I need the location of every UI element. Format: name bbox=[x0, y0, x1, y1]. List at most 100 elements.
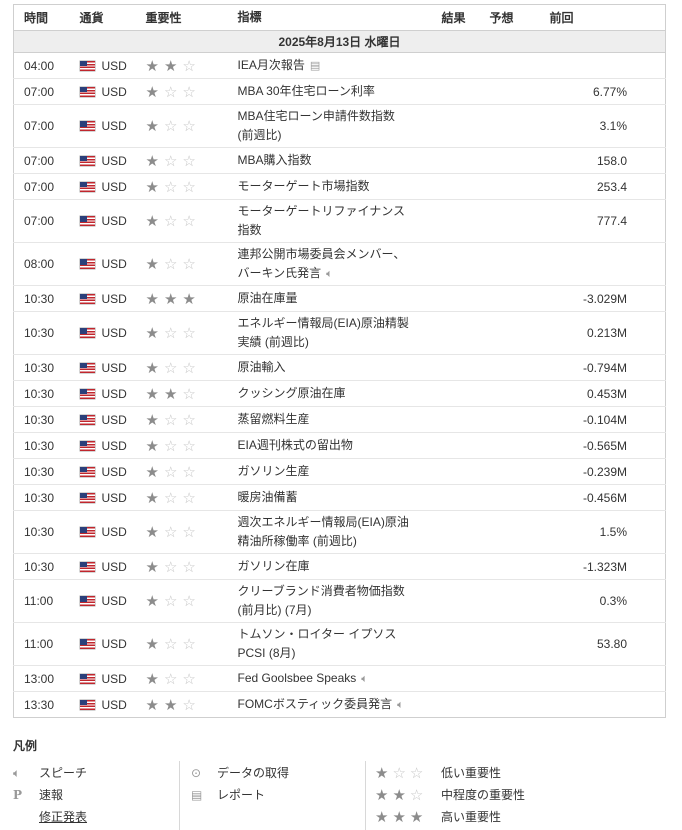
event-name-line[interactable]: ガソリン在庫 bbox=[238, 559, 310, 573]
event-row[interactable]: 07:00 USD ★ ☆ ☆ MBA 30年住宅ローン利率 6.77% bbox=[13, 78, 666, 105]
star-empty-icon: ☆ bbox=[182, 256, 196, 273]
event-name[interactable]: クッシング原油在庫 bbox=[235, 380, 422, 407]
event-name-line[interactable]: クッシング原油在庫 bbox=[238, 386, 346, 400]
event-row[interactable]: 07:00 USD ★ ☆ ☆ モーターゲート市場指数 253.4 bbox=[13, 173, 666, 200]
event-name-line[interactable]: 週次エネルギー情報局(EIA)原油 bbox=[238, 515, 409, 529]
event-row[interactable]: 07:00 USD ★ ☆ ☆ MBA購入指数 158.0 bbox=[13, 147, 666, 174]
event-name[interactable]: 原油輸入 bbox=[235, 354, 422, 381]
event-name[interactable]: FOMCボスティック委員発言 🔈︎ bbox=[236, 692, 422, 718]
event-name[interactable]: モーターゲートリファイナンス 指数 bbox=[235, 199, 422, 243]
event-name-line[interactable]: MBA住宅ローン申請件数指数 bbox=[238, 109, 395, 123]
event-name-line[interactable]: モーターゲート市場指数 bbox=[238, 179, 370, 193]
event-name-line[interactable]: 指数 bbox=[238, 223, 262, 237]
event-name[interactable]: Fed Goolsbee Speaks 🔈︎ bbox=[235, 665, 422, 692]
event-row[interactable]: 13:00 USD ★ ☆ ☆ Fed Goolsbee Speaks 🔈︎ bbox=[13, 665, 666, 692]
event-row[interactable]: 04:00 USD ★ ★ ☆ IEA月次報告 ▤ bbox=[13, 52, 666, 79]
event-row[interactable]: 11:00 USD ★ ☆ ☆ トムソン・ロイター イプソス PCSI (8月) 53.80 bbox=[13, 622, 666, 666]
event-importance: ★ ★ ☆ bbox=[146, 692, 236, 718]
event-name[interactable]: トムソン・ロイター イプソス PCSI (8月) bbox=[235, 622, 422, 666]
header-previous[interactable]: 前回 bbox=[549, 4, 666, 31]
header-importance[interactable]: 重要性 bbox=[145, 4, 236, 31]
speech-icon: 🔈︎ bbox=[326, 267, 333, 280]
event-row[interactable]: 07:00 USD ★ ☆ ☆ MBA住宅ローン申請件数指数 (前週比) 3.1% bbox=[13, 104, 666, 148]
event-row[interactable]: 10:30 USD ★ ★ ★ 原油在庫量 -3.029M bbox=[13, 285, 666, 312]
event-name[interactable]: MBA 30年住宅ローン利率 bbox=[235, 78, 422, 105]
event-row[interactable]: 10:30 USD ★ ☆ ☆ ガソリン在庫 -1.323M bbox=[13, 553, 666, 580]
legend-label: 速報 bbox=[39, 788, 64, 802]
event-importance: ★ ☆ ☆ bbox=[145, 354, 236, 381]
event-currency: USD bbox=[79, 484, 146, 511]
event-row[interactable]: 10:30 USD ★ ☆ ☆ 蒸留燃料生産 -0.104M bbox=[13, 406, 666, 433]
event-name[interactable]: ガソリン生産 bbox=[235, 458, 422, 485]
event-name[interactable]: 蒸留燃料生産 bbox=[235, 406, 422, 433]
event-time: 10:30 bbox=[13, 553, 80, 580]
event-name-line[interactable]: 連邦公開市場委員会メンバー、 bbox=[238, 247, 406, 261]
event-name-line[interactable]: PCSI (8月) bbox=[238, 646, 296, 660]
event-name-line[interactable]: 実績 (前週比) bbox=[238, 335, 309, 349]
event-name[interactable]: MBA購入指数 bbox=[235, 147, 422, 174]
event-name[interactable]: EIA週刊株式の留出物 bbox=[235, 432, 422, 459]
header-currency[interactable]: 通貨 bbox=[79, 4, 146, 31]
event-name-line[interactable]: IEA月次報告 bbox=[238, 58, 305, 72]
star-filled-icon: ★ bbox=[145, 178, 159, 196]
event-importance: ★ ☆ ☆ bbox=[145, 458, 236, 485]
event-row[interactable]: 10:30 USD ★ ☆ ☆ ガソリン生産 -0.239M bbox=[13, 458, 666, 485]
event-time: 11:00 bbox=[13, 622, 80, 666]
event-name-line[interactable]: トムソン・ロイター イプソス bbox=[238, 627, 397, 641]
event-name[interactable]: 連邦公開市場委員会メンバー、 バーキン氏発言 🔈︎ bbox=[235, 242, 422, 286]
event-forecast bbox=[489, 52, 550, 79]
event-name-line[interactable]: MBA 30年住宅ローン利率 bbox=[238, 84, 375, 98]
event-name-line[interactable]: クリーブランド消費者物価指数 bbox=[238, 584, 405, 598]
event-currency: USD bbox=[79, 354, 146, 381]
event-row[interactable]: 08:00 USD ★ ☆ ☆ 連邦公開市場委員会メンバー、 バーキン氏発言 🔈︎ bbox=[13, 242, 666, 286]
event-name-line[interactable]: 精油所稼働率 (前週比) bbox=[238, 534, 357, 548]
star-filled-icon: ★ bbox=[145, 411, 159, 429]
event-name[interactable]: 暖房油備蓄 bbox=[235, 484, 422, 511]
event-row[interactable]: 10:30 USD ★ ☆ ☆ 原油輸入 -0.794M bbox=[13, 354, 666, 381]
header-actual[interactable]: 結果 bbox=[421, 4, 490, 31]
event-row[interactable]: 10:30 USD ★ ☆ ☆ 週次エネルギー情報局(EIA)原油 精油所稼働率 (前週比)… bbox=[13, 510, 666, 554]
event-name[interactable]: MBA住宅ローン申請件数指数 (前週比) bbox=[235, 104, 422, 148]
event-currency: USD bbox=[79, 242, 146, 286]
us-flag-icon bbox=[79, 440, 95, 451]
star-empty-icon: ☆ bbox=[182, 558, 196, 576]
event-row[interactable]: 10:30 USD ★ ★ ☆ クッシング原油在庫 0.453M bbox=[13, 380, 666, 407]
event-row[interactable]: 07:00 USD ★ ☆ ☆ モーターゲートリファイナンス 指数 777.4 bbox=[13, 199, 666, 243]
event-name-line[interactable]: Fed Goolsbee Speaks bbox=[238, 671, 357, 685]
event-name-line[interactable]: ガソリン生産 bbox=[238, 464, 310, 478]
event-name-line[interactable]: FOMCボスティック委員発言 bbox=[238, 697, 393, 711]
header-time[interactable]: 時間 bbox=[13, 4, 80, 31]
event-name[interactable]: ガソリン在庫 bbox=[235, 553, 422, 580]
currency-code: USD bbox=[101, 525, 127, 539]
event-previous: 0.213M bbox=[549, 311, 666, 355]
event-row[interactable]: 13:30 USD ★ ★ ☆ FOMCボスティック委員発言 🔈︎ bbox=[14, 692, 666, 718]
event-name-line[interactable]: バーキン氏発言 bbox=[238, 266, 322, 280]
event-row[interactable]: 10:30 USD ★ ☆ ☆ 暖房油備蓄 -0.456M bbox=[13, 484, 666, 511]
event-currency: USD bbox=[79, 579, 146, 623]
event-name-line[interactable]: 蒸留燃料生産 bbox=[238, 412, 310, 426]
event-name-line[interactable]: MBA購入指数 bbox=[238, 153, 312, 167]
event-name[interactable]: 週次エネルギー情報局(EIA)原油 精油所稼働率 (前週比) bbox=[235, 510, 422, 554]
event-forecast bbox=[489, 173, 550, 200]
event-previous: 0.3% bbox=[549, 579, 666, 623]
event-name-line[interactable]: エネルギー情報局(EIA)原油精製 bbox=[238, 316, 409, 330]
event-name[interactable]: 原油在庫量 bbox=[235, 285, 422, 312]
legend-label-revised[interactable]: 修正発表 bbox=[39, 810, 87, 824]
event-name[interactable]: クリーブランド消費者物価指数 (前月比) (7月) bbox=[235, 579, 422, 623]
event-name[interactable]: IEA月次報告 ▤ bbox=[235, 52, 422, 79]
header-forecast[interactable]: 予想 bbox=[489, 4, 550, 31]
event-name-line[interactable]: (前週比) bbox=[238, 128, 282, 142]
event-name-line[interactable]: 暖房油備蓄 bbox=[238, 490, 298, 504]
economic-calendar-table: 時間 通貨 重要性 指標 結果 予想 前回 2025年8月13日 水曜日 04:… bbox=[13, 4, 666, 718]
header-event[interactable]: 指標 bbox=[235, 4, 422, 31]
event-name-line[interactable]: 原油在庫量 bbox=[238, 291, 298, 305]
event-row[interactable]: 10:30 USD ★ ☆ ☆ エネルギー情報局(EIA)原油精製 実績 (前週比) 0.21… bbox=[13, 311, 666, 355]
event-row[interactable]: 10:30 USD ★ ☆ ☆ EIA週刊株式の留出物 -0.565M bbox=[13, 432, 666, 459]
event-name-line[interactable]: モーターゲートリファイナンス bbox=[238, 204, 406, 218]
event-name-line[interactable]: (前月比) (7月) bbox=[238, 603, 312, 617]
event-name-line[interactable]: EIA週刊株式の留出物 bbox=[238, 438, 353, 452]
event-name[interactable]: モーターゲート市場指数 bbox=[235, 173, 422, 200]
event-row[interactable]: 11:00 USD ★ ☆ ☆ クリーブランド消費者物価指数 (前月比) (7月) 0.3% bbox=[13, 579, 666, 623]
event-name-line[interactable]: 原油輸入 bbox=[238, 360, 286, 374]
event-name[interactable]: エネルギー情報局(EIA)原油精製 実績 (前週比) bbox=[235, 311, 422, 355]
